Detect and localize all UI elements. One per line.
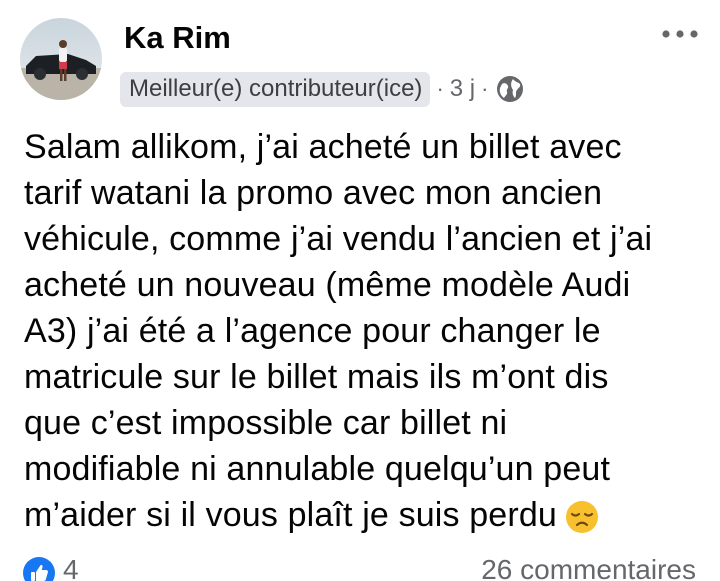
post-text-line: tarif watani la promo avec mon ancien	[24, 174, 603, 212]
avatar[interactable]	[20, 18, 102, 100]
more-options-button[interactable]	[652, 16, 708, 52]
post-text-line: véhicule, comme j’ai vendu l’ancien et j…	[24, 220, 653, 258]
post-text-line: que c’est impossible car billet ni	[24, 404, 508, 442]
post-text-line: A3) j’ai été a l’agence pour changer le	[24, 312, 601, 350]
post-text-line: m’aider si il vous plaît je suis perdu	[24, 496, 557, 534]
post-text-line: acheté un nouveau (même modèle Audi	[24, 266, 631, 304]
author-name[interactable]: Ka Rim	[124, 20, 231, 56]
post-text-line: matricule sur le billet mais ils m’ont d…	[24, 358, 609, 396]
post-text-line: modifiable ni annulable quelqu’un peut	[24, 450, 611, 488]
post-text-line: Salam allikom, j’ai acheté un billet ave…	[24, 128, 622, 166]
disappointed-face-emoji	[565, 500, 599, 546]
post-footer: 4 26 commentaires	[0, 548, 720, 581]
post-text-line-last: m’aider si il vous plaît je suis perdu	[24, 492, 714, 538]
avatar-photo	[20, 18, 102, 100]
globe-icon[interactable]	[496, 75, 524, 103]
more-dots-icon	[662, 30, 698, 38]
contributor-badge[interactable]: Meilleur(e) contributeur(ice)	[120, 71, 431, 107]
like-icon[interactable]	[23, 557, 55, 581]
comments-count[interactable]: 26 commentaires	[481, 554, 696, 581]
post-timestamp[interactable]: 3 j	[450, 75, 475, 103]
meta-separator: ·	[436, 76, 444, 101]
meta-separator: ·	[481, 76, 489, 101]
post-text: Salam allikom, j’ai acheté un billet ave…	[24, 124, 714, 538]
post-card: Ka Rim Meilleur(e) contributeur(ice) · 3…	[0, 0, 720, 581]
like-count[interactable]: 4	[63, 554, 79, 581]
post-meta: Meilleur(e) contributeur(ice) · 3 j ·	[120, 71, 524, 107]
